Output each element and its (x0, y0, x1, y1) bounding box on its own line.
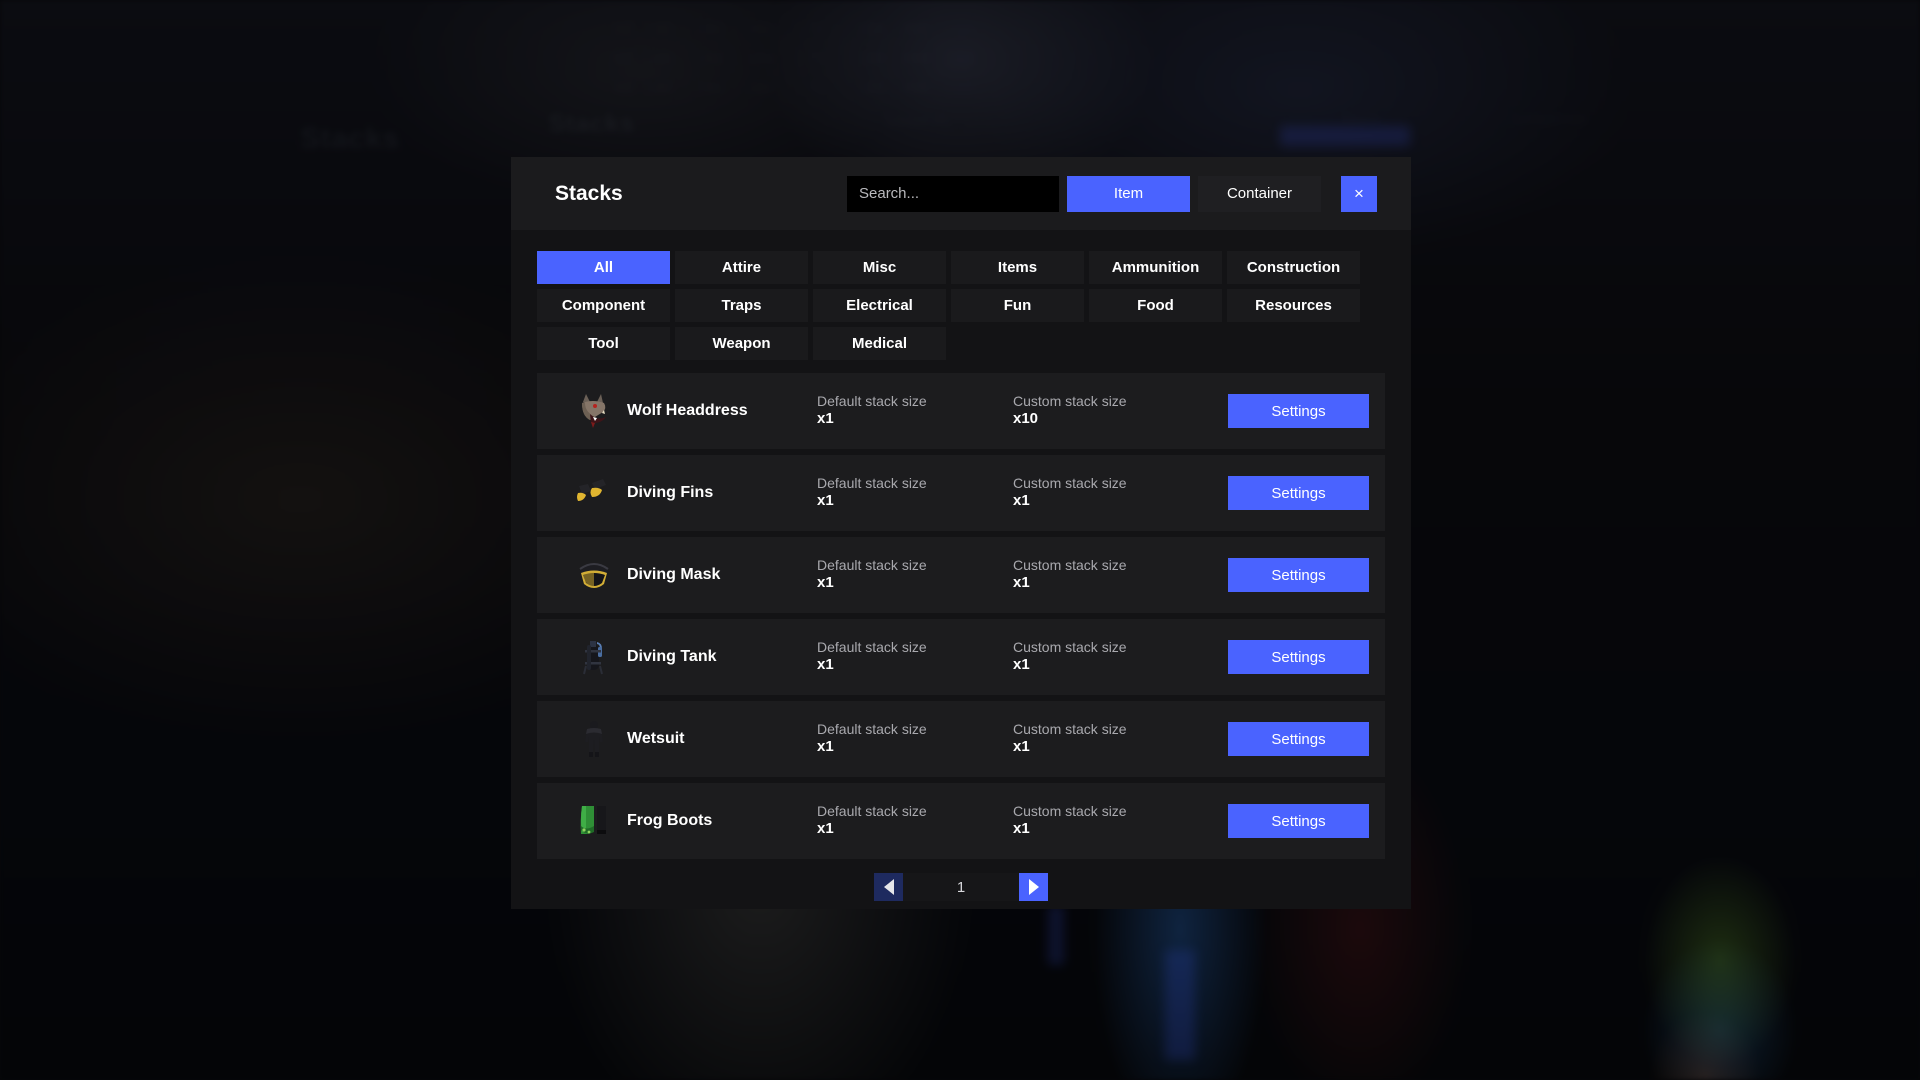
category-row-3: Tool Weapon Medical (537, 327, 1385, 360)
table-row: Diving Mask Default stack size x1 Custom st… (537, 537, 1385, 613)
settings-button[interactable]: Settings (1228, 640, 1369, 674)
item-name: Frog Boots (627, 812, 713, 829)
item-name: Wolf Headdress (627, 402, 748, 419)
default-stack-label: Default stack size (817, 720, 927, 737)
close-icon[interactable]: × (1341, 175, 1377, 212)
chevron-left-icon (883, 879, 894, 895)
page-title: Stacks (555, 181, 623, 205)
custom-stack-value: x1 (1013, 574, 1030, 592)
settings-button[interactable]: Settings (1228, 558, 1369, 592)
category-row-1: All Attire Misc Items Ammunition Constru… (537, 251, 1385, 284)
settings-button[interactable]: Settings (1228, 722, 1369, 756)
category-resources[interactable]: Resources (1227, 289, 1360, 322)
custom-stack-label: Custom stack size (1013, 474, 1127, 491)
pager: 1 (874, 873, 1048, 901)
page-number: 1 (956, 878, 966, 896)
chevron-right-icon (1028, 879, 1039, 895)
pagination-bar: 1 (511, 859, 1411, 915)
custom-stack-label: Custom stack size (1013, 720, 1127, 737)
category-filters: All Attire Misc Items Ammunition Constru… (511, 230, 1411, 365)
category-component[interactable]: Component (537, 289, 670, 322)
category-row-2: Component Traps Electrical Fun Food Reso… (537, 289, 1385, 322)
default-stack-cell: Default stack size x1 (817, 393, 1013, 429)
default-stack-value: x1 (817, 820, 834, 838)
category-weapon[interactable]: Weapon (675, 327, 808, 360)
category-attire[interactable]: Attire (675, 251, 808, 284)
category-electrical[interactable]: Electrical (813, 289, 946, 322)
custom-stack-value: x10 (1013, 410, 1039, 428)
diving-mask-icon (573, 554, 615, 596)
stacks-modal: Stacks Item Container × All Attire Misc … (511, 157, 1411, 909)
custom-stack-cell: Custom stack size x1 (1013, 803, 1228, 839)
item-name: Diving Mask (627, 566, 721, 583)
custom-stack-label: Custom stack size (1013, 556, 1127, 573)
table-row: Diving Fins Default stack size x1 Custom st… (537, 455, 1385, 531)
modal-header: Stacks Item Container × (511, 157, 1411, 230)
custom-stack-cell: Custom stack size x1 (1013, 639, 1228, 675)
default-stack-label: Default stack size (817, 802, 927, 819)
default-stack-value: x1 (817, 410, 834, 428)
custom-stack-value: x1 (1013, 656, 1030, 674)
tab-item[interactable]: Item (1067, 175, 1190, 212)
wolf-headdress-icon (573, 390, 615, 432)
category-fun[interactable]: Fun (951, 289, 1084, 322)
default-stack-label: Default stack size (817, 474, 927, 491)
table-row: Wetsuit Default stack size x1 Custom stack … (537, 701, 1385, 777)
custom-stack-label: Custom stack size (1013, 802, 1127, 819)
next-page-button[interactable] (1019, 873, 1048, 901)
default-stack-cell: Default stack size x1 (817, 721, 1013, 757)
settings-button[interactable]: Settings (1228, 476, 1369, 510)
default-stack-value: x1 (817, 738, 834, 756)
default-stack-value: x1 (817, 574, 834, 592)
category-traps[interactable]: Traps (675, 289, 808, 322)
category-food[interactable]: Food (1089, 289, 1222, 322)
table-row: Frog Boots Default stack size x1 Custom sta… (537, 783, 1385, 859)
category-tool[interactable]: Tool (537, 327, 670, 360)
default-stack-value: x1 (817, 656, 834, 674)
custom-stack-cell: Custom stack size x1 (1013, 721, 1228, 757)
category-items[interactable]: Items (951, 251, 1084, 284)
category-misc[interactable]: Misc (813, 251, 946, 284)
search-input[interactable] (847, 175, 1059, 212)
item-name: Wetsuit (627, 730, 685, 747)
default-stack-label: Default stack size (817, 556, 927, 573)
category-ammunition[interactable]: Ammunition (1089, 251, 1222, 284)
settings-button[interactable]: Settings (1228, 394, 1369, 428)
custom-stack-cell: Custom stack size x1 (1013, 557, 1228, 593)
category-all[interactable]: All (537, 251, 670, 284)
default-stack-cell: Default stack size x1 (817, 803, 1013, 839)
custom-stack-cell: Custom stack size x10 (1013, 393, 1228, 429)
item-list: Wolf Headdress Default stack size x1 Custom… (511, 365, 1411, 859)
table-row: Wolf Headdress Default stack size x1 Custom… (537, 373, 1385, 449)
diving-fins-icon (573, 472, 615, 514)
default-stack-cell: Default stack size x1 (817, 639, 1013, 675)
diving-tank-icon (573, 636, 615, 678)
custom-stack-value: x1 (1013, 820, 1030, 838)
default-stack-value: x1 (817, 492, 834, 510)
header-controls: Item Container × (847, 175, 1377, 212)
tab-container[interactable]: Container (1198, 175, 1321, 212)
item-name: Diving Fins (627, 484, 714, 501)
default-stack-label: Default stack size (817, 638, 927, 655)
previous-page-button[interactable] (874, 873, 903, 901)
settings-button[interactable]: Settings (1228, 804, 1369, 838)
table-row: Diving Tank Default stack size x1 Custom st… (537, 619, 1385, 695)
custom-stack-label: Custom stack size (1013, 638, 1127, 655)
custom-stack-label: Custom stack size (1013, 392, 1127, 409)
default-stack-label: Default stack size (817, 392, 927, 409)
frog-boots-icon (573, 800, 615, 842)
item-name: Diving Tank (627, 648, 717, 665)
custom-stack-value: x1 (1013, 492, 1030, 510)
category-construction[interactable]: Construction (1227, 251, 1360, 284)
custom-stack-cell: Custom stack size x1 (1013, 475, 1228, 511)
wetsuit-icon (573, 718, 615, 760)
default-stack-cell: Default stack size x1 (817, 475, 1013, 511)
category-medical[interactable]: Medical (813, 327, 946, 360)
default-stack-cell: Default stack size x1 (817, 557, 1013, 593)
custom-stack-value: x1 (1013, 738, 1030, 756)
